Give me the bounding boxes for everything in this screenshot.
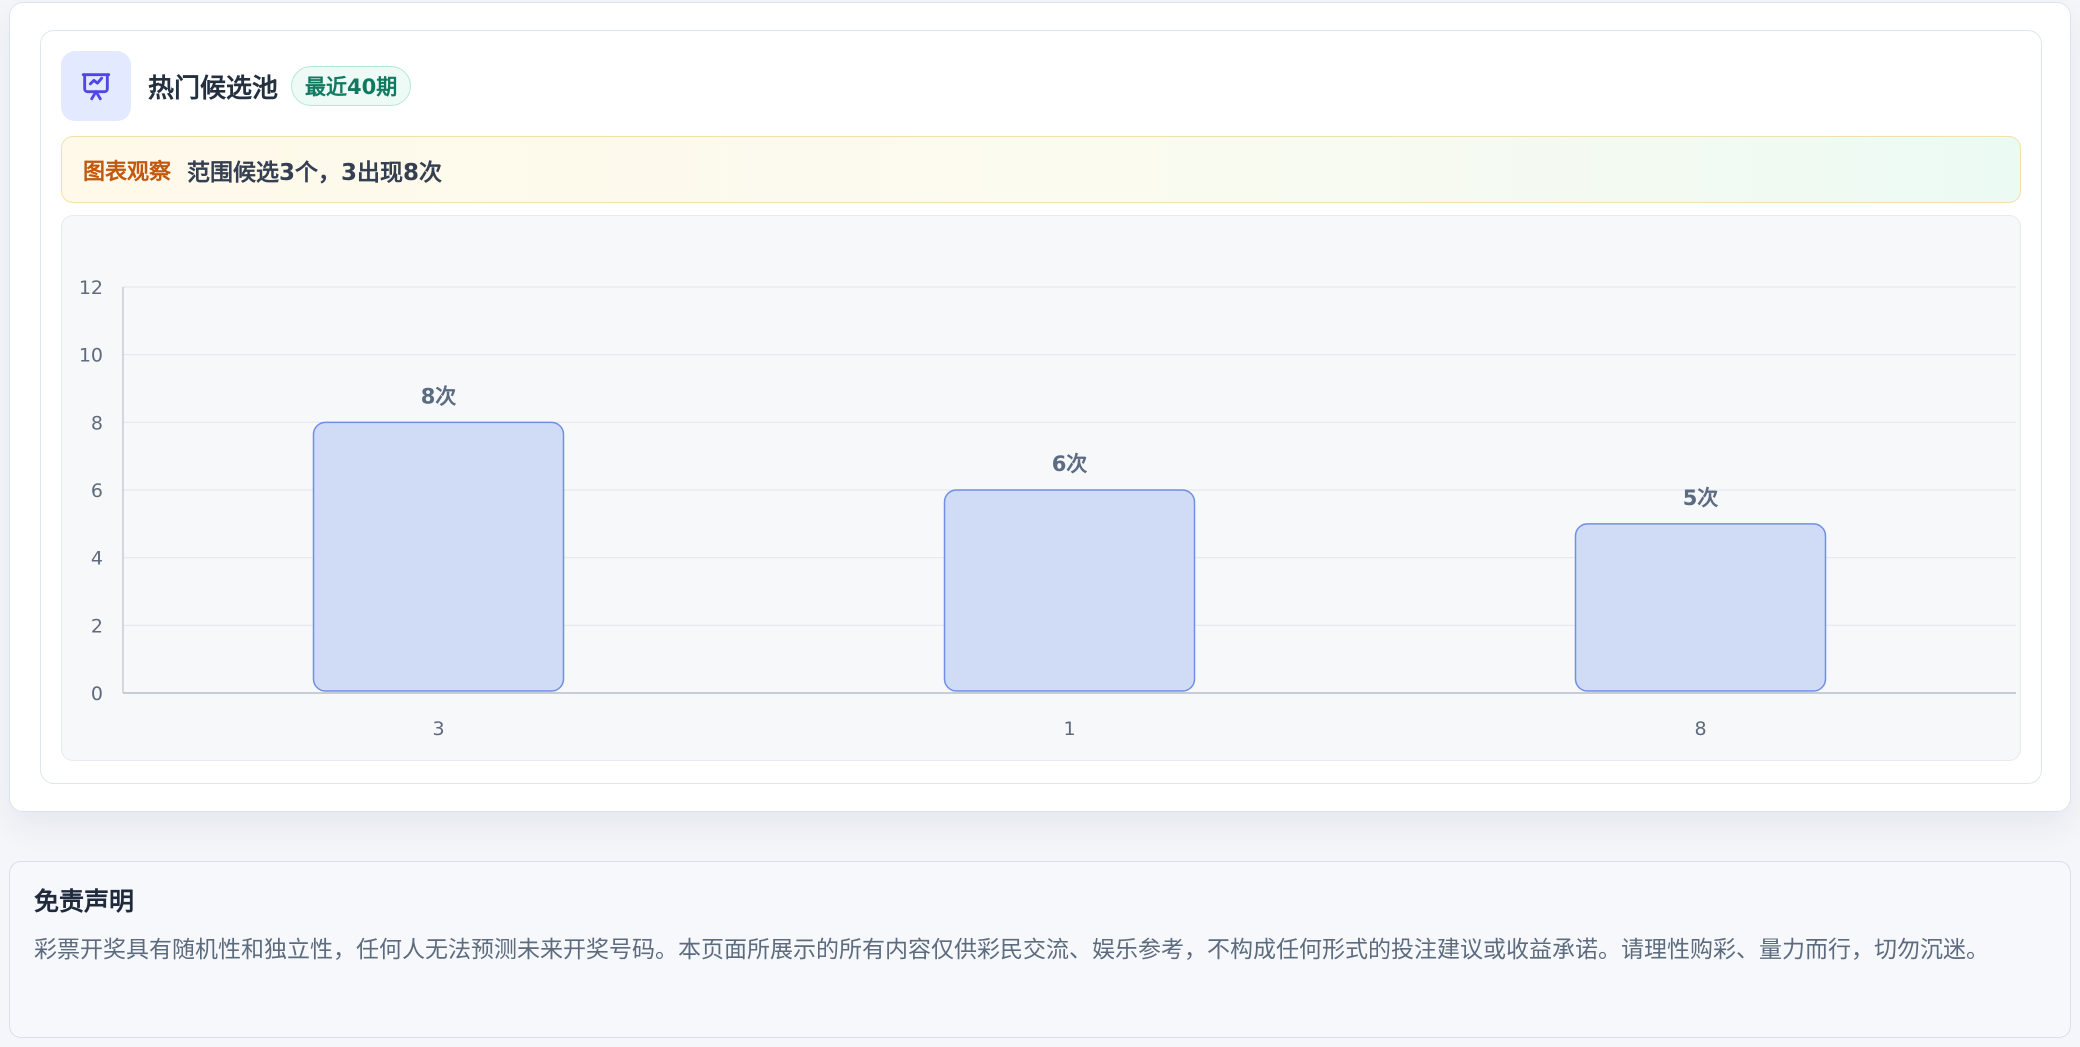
period-badge: 最近40期 — [291, 66, 412, 106]
disclaimer-title: 免责声明 — [34, 887, 135, 916]
bar-chart-container: 0 2 4 6 8 10 12 8次 3 6次 1 5次 8 — [61, 215, 2021, 761]
observation-tag: 图表观察 — [83, 159, 172, 185]
y-tick-label: 2 — [91, 615, 103, 637]
disclaimer-text: 彩票开奖具有随机性和独立性，任何人无法预测未来开奖号码。本页面所展示的所有内容仅… — [34, 937, 1989, 963]
y-tick-label: 4 — [91, 548, 103, 570]
bar-3 — [312, 421, 565, 692]
y-tick-label: 0 — [91, 683, 103, 705]
bar-8 — [1574, 523, 1827, 692]
hot-candidate-panel: 热门候选池 最近40期 图表观察 范围候选3个，3出现8次 0 2 4 6 8 10 12 8… — [9, 2, 2071, 812]
x-tick-label: 8 — [1694, 718, 1706, 740]
bar-chart: 0 2 4 6 8 10 12 8次 3 6次 1 5次 8 — [79, 277, 2016, 740]
card-header: 热门候选池 最近40期 — [61, 51, 412, 121]
x-tick-label: 3 — [432, 718, 444, 740]
bar-value-label: 8次 — [421, 384, 457, 408]
presentation-chart-icon — [61, 51, 131, 121]
y-tick-label: 6 — [91, 480, 103, 502]
bar-value-label: 5次 — [1683, 486, 1719, 510]
hot-candidate-card: 热门候选池 最近40期 图表观察 范围候选3个，3出现8次 0 2 4 6 8 10 12 8… — [40, 30, 2042, 784]
chart-observation-banner: 图表观察 范围候选3个，3出现8次 — [61, 136, 2021, 203]
y-tick-label: 12 — [79, 277, 103, 299]
y-tick-label: 10 — [79, 345, 103, 367]
y-tick-label: 8 — [91, 412, 103, 434]
disclaimer-section: 免责声明 彩票开奖具有随机性和独立性，任何人无法预测未来开奖号码。本页面所展示的… — [9, 861, 2071, 1038]
observation-text: 范围候选3个，3出现8次 — [187, 159, 443, 186]
bar-value-label: 6次 — [1052, 452, 1088, 476]
bar-1 — [943, 489, 1196, 692]
card-title: 热门候选池 — [148, 73, 279, 104]
x-tick-label: 1 — [1063, 718, 1075, 740]
